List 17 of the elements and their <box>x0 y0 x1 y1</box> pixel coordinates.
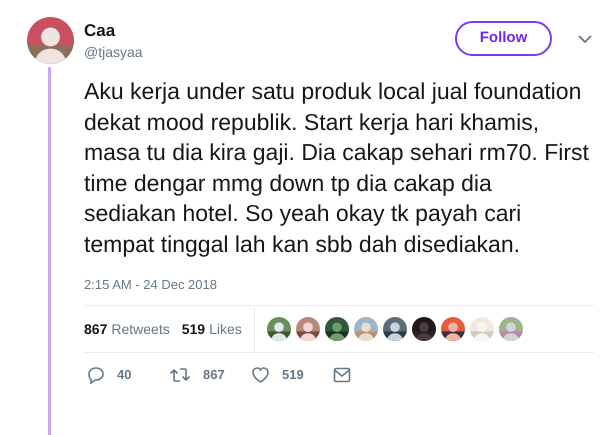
retweet-icon[interactable] <box>169 366 191 384</box>
action-count: 867 <box>203 366 225 384</box>
reply-icon[interactable] <box>87 366 105 384</box>
stat-label[interactable]: Retweets <box>111 318 170 340</box>
action-count: 519 <box>282 366 304 384</box>
tweet-timestamp[interactable]: 2:15 AM - 24 Dec 2018 <box>84 277 217 292</box>
envelope-icon[interactable] <box>333 366 351 383</box>
follow-button[interactable]: Follow <box>455 21 552 56</box>
stat-count: 519 <box>182 320 206 338</box>
author-name[interactable]: Caa <box>84 20 143 42</box>
stat-label[interactable]: Likes <box>209 318 242 340</box>
chevron-down-icon[interactable] <box>578 35 592 44</box>
stat-count: 867 <box>84 320 108 338</box>
tweet-text: Aku kerja under satu produk local jual foundation dekat mood republik. Start kerja hari khamis, masa tu dia kira gaji. Dia cakap sehari rm70. First time dengar mmg down tp dia cakap dia sediakan hotel. So yeah okay tk payah cari tempat tinggal lah kan sbb dah disediakan. <box>84 77 589 259</box>
action-count: 40 <box>117 366 132 384</box>
author-handle[interactable]: @tjasyaa <box>84 42 143 62</box>
heart-icon[interactable] <box>251 366 270 384</box>
